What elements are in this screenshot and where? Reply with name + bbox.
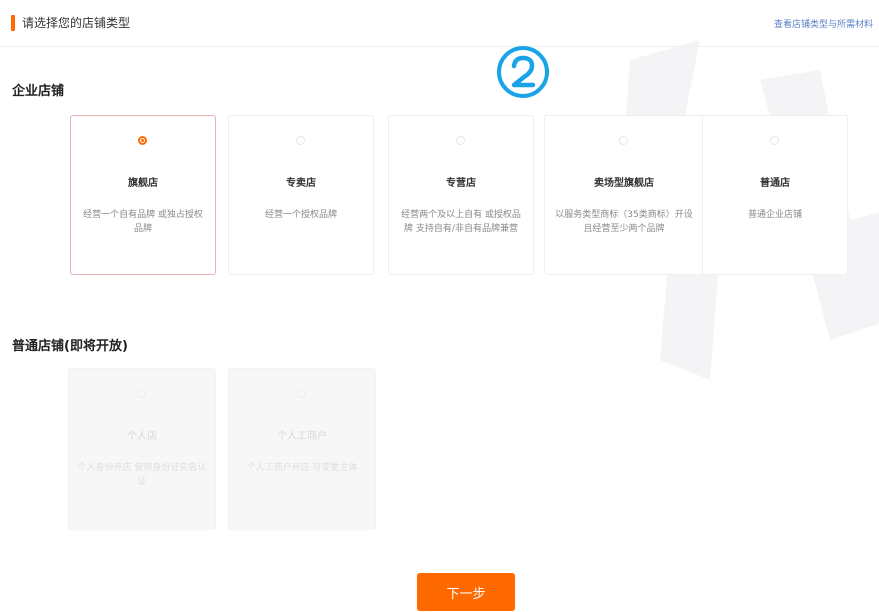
store-type-card-specialty[interactable]: 专营店经营两个及以上自有 或授权品牌 支持自有/非自有品牌兼营	[388, 115, 534, 275]
page-title: 请选择您的店铺类型	[22, 16, 131, 30]
store-type-description: 个人工商户开店 可变更主体	[246, 463, 358, 473]
header-accent-bar	[11, 15, 15, 31]
store-type-name: 专营店	[446, 178, 476, 189]
store-type-card-mall-flagship[interactable]: 卖场型旗舰店以服务类型商标（35类商标）开设且经营至少两个品牌	[544, 115, 704, 275]
page-header: 请选择您的店铺类型 查看店铺类型与所需材料	[0, 0, 879, 47]
enterprise-store-section-title: 企业店铺	[12, 84, 65, 99]
store-type-name: 个人店	[127, 431, 157, 442]
store-type-description: 经营一个自有品牌 或独占授权品牌	[83, 210, 203, 234]
store-type-description: 以服务类型商标（35类商标）开设且经营至少两个品牌	[555, 210, 693, 234]
store-type-card-exclusive[interactable]: 专卖店经营一个授权品牌	[228, 115, 374, 275]
store-type-name: 普通店	[760, 178, 790, 189]
radio-button[interactable]	[138, 136, 147, 145]
store-type-card-personal: 个人店个人身份开店 使用身份证实名认证	[68, 368, 216, 530]
radio-button	[297, 389, 306, 398]
store-type-description: 经营两个及以上自有 或授权品牌 支持自有/非自有品牌兼营	[401, 210, 521, 234]
radio-button[interactable]	[619, 136, 628, 145]
store-type-card-regular[interactable]: 普通店 普通企业店铺	[702, 115, 848, 275]
next-step-button[interactable]: 下一步	[417, 573, 515, 611]
store-type-info-link[interactable]: 查看店铺类型与所需材料	[774, 17, 873, 30]
step-2-badge: ②	[497, 46, 549, 98]
store-type-card-flagship[interactable]: 旗舰店经营一个自有品牌 或独占授权品牌	[70, 115, 216, 275]
store-type-card-individual-business: 个人工商户个人工商户开店 可变更主体	[228, 368, 376, 530]
store-type-name: 旗舰店	[128, 178, 158, 189]
store-type-description: 经营一个授权品牌	[264, 210, 337, 220]
radio-button[interactable]	[296, 136, 305, 145]
store-type-name: 个人工商户	[277, 431, 327, 442]
radio-button[interactable]	[456, 136, 465, 145]
normal-store-section-title: 普通店铺(即将开放)	[12, 339, 128, 354]
store-type-description: 个人身份开店 使用身份证实名认证	[77, 463, 207, 487]
radio-button	[137, 389, 146, 398]
radio-button[interactable]	[770, 136, 779, 145]
store-type-name: 卖场型旗舰店	[594, 178, 654, 189]
store-type-name: 专卖店	[286, 178, 316, 189]
store-type-description: 普通企业店铺	[747, 210, 802, 220]
